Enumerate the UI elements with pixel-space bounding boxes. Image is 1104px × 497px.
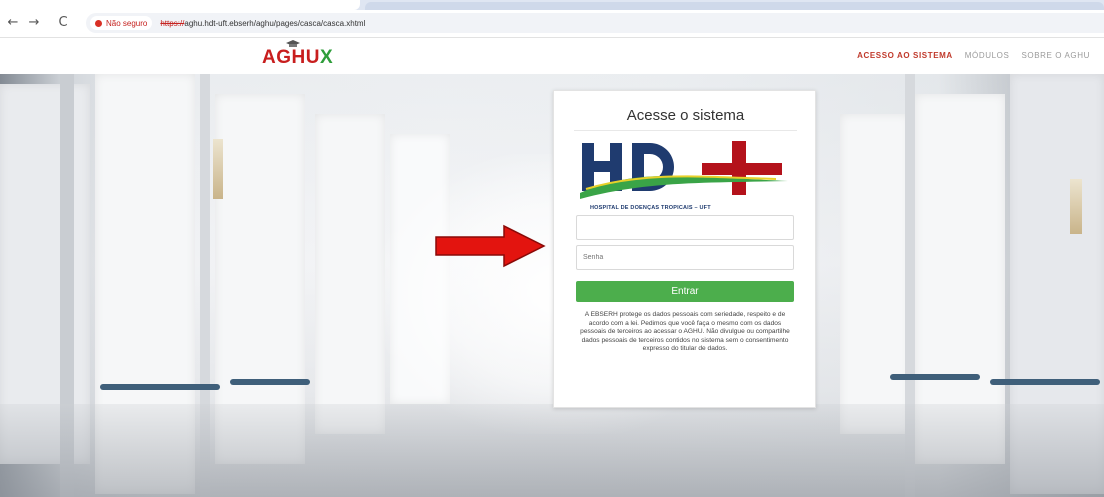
- reload-button[interactable]: C: [54, 14, 72, 32]
- nav-sobre-o-aghu[interactable]: SOBRE O AGHU: [1021, 51, 1090, 60]
- nav-acesso-ao-sistema[interactable]: ACESSO AO SISTEMA: [857, 51, 953, 60]
- password-input[interactable]: [576, 245, 794, 270]
- url-scheme: https://: [160, 18, 185, 28]
- security-indicator[interactable]: Não seguro: [90, 16, 153, 30]
- logo-wordmark: AGHUX: [262, 47, 333, 69]
- red-arrow-pointer-icon: [435, 224, 546, 268]
- browser-tab-inactive[interactable]: [365, 2, 1104, 10]
- nav-modulos[interactable]: MÓDULOS: [965, 51, 1010, 60]
- username-input[interactable]: [576, 215, 794, 240]
- forward-button[interactable]: →: [25, 14, 43, 32]
- url-text[interactable]: https://aghu.hdt-uft.ebserh/aghu/pages/c…: [160, 19, 365, 28]
- entrar-button[interactable]: Entrar: [576, 281, 794, 302]
- browser-tab-active[interactable]: [0, 0, 360, 10]
- browser-toolbar: ← → C Não seguro https://aghu.hdt-uft.eb…: [0, 10, 1104, 38]
- hospital-logo-caption: HOSPITAL DE DOENÇAS TROPICAIS – UFT: [590, 205, 711, 211]
- url-path: aghu.hdt-uft.ebserh/aghu/pages/casca/cas…: [184, 18, 366, 28]
- browser-tabstrip: [0, 0, 1104, 10]
- logo-x: X: [319, 47, 334, 68]
- privacy-notice: A EBSERH protege os dados pessoais com s…: [580, 311, 790, 353]
- not-secure-icon: [95, 19, 102, 27]
- login-card: Acesse o sistema HOSPITAL DE DOENÇAS TRO…: [553, 90, 816, 408]
- hero-background: [0, 74, 1104, 497]
- security-label: Não seguro: [106, 18, 148, 28]
- address-bar[interactable]: Não seguro https://aghu.hdt-uft.ebserh/a…: [86, 13, 1104, 33]
- logo-main: AGHU: [262, 47, 320, 68]
- hdt-hospital-logo: [580, 141, 788, 199]
- title-divider: [574, 130, 797, 131]
- back-button[interactable]: ←: [4, 14, 22, 32]
- login-title: Acesse o sistema: [626, 107, 745, 124]
- graduation-cap-icon: [286, 40, 300, 47]
- site-header: AGHUX ACESSO AO SISTEMA MÓDULOS SOBRE O …: [0, 38, 1104, 74]
- site-nav: ACESSO AO SISTEMA MÓDULOS SOBRE O AGHU: [857, 51, 1090, 60]
- aghux-logo[interactable]: AGHUX: [262, 40, 333, 69]
